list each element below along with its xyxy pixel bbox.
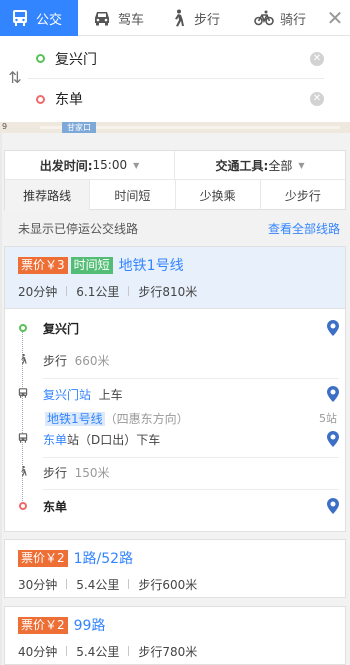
route-inputs: ⇅ 复兴门 ✕ 东单 ✕ (0, 36, 350, 122)
tab-bike-label: 骑行 (280, 12, 307, 28)
tab-fewer-transfers[interactable]: 少换乘 (176, 180, 261, 210)
tab-drive-label: 驾车 (118, 12, 145, 28)
tab-transit[interactable]: 公交 (0, 0, 78, 36)
transport-tool-value: 全部 (268, 158, 293, 173)
step-walk-label: 步行 (43, 465, 68, 480)
origin-input[interactable]: 复兴门 (55, 49, 310, 69)
tab-shortest-time[interactable]: 时间短 (90, 180, 176, 210)
tab-drive[interactable]: 驾车 (78, 0, 158, 36)
bus-icon (15, 431, 31, 448)
step-walk[interactable]: 步行 150米 (5, 459, 345, 485)
walk-icon (15, 352, 31, 369)
map-pin-icon[interactable] (327, 386, 339, 402)
step-walk-distance: 660米 (74, 353, 110, 368)
step-walk-distance: 150米 (74, 465, 110, 480)
fare-badge: 票价￥2 (18, 616, 68, 634)
route-distance: 6.1公里 (76, 284, 120, 299)
map-pin-icon[interactable] (327, 320, 339, 336)
transport-mode-tabs: 公交 驾车 步行 骑行 ✕ (0, 0, 350, 36)
route-duration: 20分钟 (18, 284, 58, 299)
walk-icon (175, 9, 184, 27)
map-place-label: 甘家口 (62, 122, 96, 133)
tab-recommended[interactable]: 推荐路线 (5, 180, 91, 210)
map-number: 9 (2, 122, 8, 131)
origin-field[interactable]: 复兴门 ✕ (28, 39, 324, 79)
stop-count: 5站 (319, 412, 337, 425)
destination-dot-icon (19, 502, 27, 510)
alight-suffix: 站（D口出）下车 (67, 432, 161, 447)
car-icon (95, 12, 109, 26)
swap-icon[interactable]: ⇅ (4, 68, 26, 87)
board-station[interactable]: 复兴门站 (43, 388, 91, 402)
fastest-badge: 时间短 (70, 256, 113, 274)
view-all-routes-link[interactable]: 查看全部线路 (268, 220, 340, 237)
step-walk[interactable]: 步行 660米 (5, 347, 345, 373)
fare-badge: 票价￥3 (18, 256, 68, 274)
map-strip[interactable]: 9 甘家口 (0, 122, 350, 133)
map-pin-icon[interactable] (327, 431, 339, 447)
step-start-name: 复兴门 (43, 321, 80, 336)
bus-icon (13, 10, 27, 26)
bus-icon (15, 386, 31, 403)
trip-options: 出发时间: 15:00 ▼ 交通工具: 全部 ▼ 推荐路线 时间短 少换乘 少步… (4, 150, 346, 210)
clear-destination-icon[interactable]: ✕ (310, 92, 324, 106)
notice-bar: 未显示已停运公交线路 查看全部线路 (4, 216, 346, 240)
map-pin-icon[interactable] (327, 498, 339, 514)
step-start[interactable]: 复兴门 (5, 315, 345, 341)
tab-bike[interactable]: 骑行 (240, 0, 320, 36)
route-duration: 30分钟 (18, 577, 58, 592)
step-walk-label: 步行 (43, 353, 68, 368)
step-alight[interactable]: 东单站（D口出）下车 (5, 426, 345, 452)
line-direction: （四惠东方向） (104, 411, 189, 426)
chevron-down-icon: ▼ (133, 160, 140, 170)
step-end[interactable]: 东单 (5, 493, 345, 519)
route-distance: 5.4公里 (76, 577, 120, 592)
route-walk: 步行810米 (138, 284, 198, 299)
tab-transit-label: 公交 (36, 12, 63, 28)
route-card[interactable]: 票价￥3 时间短 地铁1号线 20分钟 6.1公里 步行810米 复兴门 步行 … (4, 246, 346, 532)
route-card[interactable]: 票价￥2 99路 40分钟 5.4公里 步行780米 (4, 606, 346, 665)
route-walk: 步行780米 (138, 644, 198, 659)
route-card[interactable]: 票价￥2 1路/52路 30分钟 5.4公里 步行600米 (4, 539, 346, 598)
origin-dot-icon (36, 54, 45, 63)
destination-dot-icon (36, 94, 45, 104)
bike-icon (254, 10, 274, 26)
tab-less-walking[interactable]: 少步行 (261, 180, 345, 210)
tab-walk[interactable]: 步行 (158, 0, 240, 36)
alight-station[interactable]: 东单 (43, 433, 67, 447)
destination-field[interactable]: 东单 ✕ (28, 79, 324, 119)
board-action: 上车 (98, 387, 123, 402)
depart-time-label: 出发时间: (39, 158, 93, 173)
transport-tool-select[interactable]: 交通工具: 全部 ▼ (175, 151, 345, 179)
transport-tool-label: 交通工具: (215, 158, 269, 173)
route-name[interactable]: 地铁1号线 (119, 255, 184, 275)
depart-time-select[interactable]: 出发时间: 15:00 ▼ (5, 151, 175, 179)
clear-origin-icon[interactable]: ✕ (310, 51, 324, 66)
route-name[interactable]: 1路/52路 (74, 548, 133, 568)
route-duration: 40分钟 (18, 644, 58, 659)
depart-time-value: 15:00 (92, 158, 128, 172)
destination-input[interactable]: 东单 (55, 89, 310, 109)
walk-icon (15, 464, 31, 481)
route-name[interactable]: 99路 (74, 615, 106, 635)
line-name[interactable]: 地铁1号线 (45, 411, 105, 426)
fare-badge: 票价￥2 (18, 549, 68, 567)
chevron-down-icon: ▼ (298, 160, 305, 170)
route-walk: 步行600米 (138, 577, 198, 592)
origin-dot-icon (19, 324, 27, 332)
close-icon[interactable]: ✕ (320, 0, 350, 35)
route-distance: 5.4公里 (76, 644, 120, 659)
tab-walk-label: 步行 (194, 12, 221, 28)
notice-text: 未显示已停运公交线路 (18, 221, 139, 236)
step-board[interactable]: 复兴门站 上车 (5, 381, 345, 407)
step-end-name: 东单 (43, 499, 68, 514)
